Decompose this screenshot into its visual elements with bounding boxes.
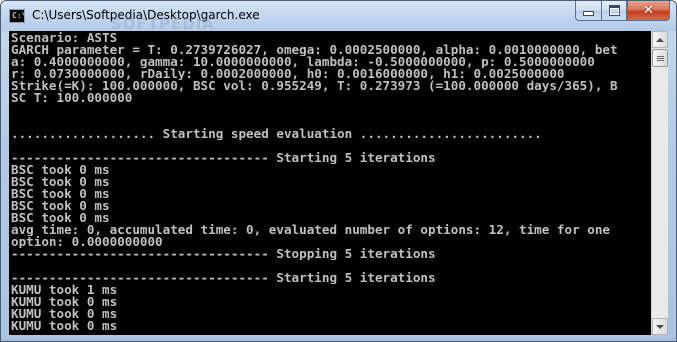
console-line: ---------------------------------- Start… [11,272,436,284]
console-line: BSC took 0 ms [11,212,110,224]
console-line: avg time: 0, accumulated time: 0, evalua… [11,224,610,236]
console-line: KUMU took 0 ms [11,296,118,308]
console-line: Scenario: ASTS [11,32,118,44]
maximize-icon [608,5,620,16]
console-line: a: 0.4000000000, gamma: 10.0000000000, l… [11,56,595,68]
console-line: ---------------------------------- Start… [11,152,436,164]
console-line: BSC took 0 ms [11,176,110,188]
arrow-down-icon [656,324,664,329]
minimize-icon [583,11,594,16]
window-title: C:\Users\Softpedia\Desktop\garch.exe [32,8,260,22]
console-line: KUMU took 0 ms [11,320,118,332]
scroll-down-button[interactable] [652,318,668,335]
console-line: KUMU took 0 ms [11,308,118,320]
window-bottom-frame [1,335,676,341]
console-line: BSC took 0 ms [11,200,110,212]
close-button[interactable]: ✕ [627,1,670,21]
console-line: r: 0.0730000000, rDaily: 0.0002000000, h… [11,68,565,80]
scroll-thumb[interactable] [652,49,668,67]
console-line: option: 0.0000000000 [11,236,163,248]
console-line: GARCH parameter = T: 0.2739726027, omega… [11,44,618,56]
console-line: ---------------------------------- Stopp… [11,248,436,260]
arrow-up-icon [656,37,664,42]
console-line: BSC took 0 ms [11,188,110,200]
console-line: ................... Starting speed evalu… [11,128,542,140]
grip-icon [656,57,664,59]
maximize-button[interactable] [601,1,627,21]
console-line: SC T: 100.000000 [11,92,133,104]
caption-buttons: ✕ [575,1,670,21]
console-line: KUMU took 1 ms [11,284,118,296]
vertical-scrollbar[interactable] [651,31,668,335]
close-icon: ✕ [643,3,654,18]
console-line: Strike(=K): 100.000000, BSC vol: 0.95524… [11,80,618,92]
console-window: C:\ C:\Users\Softpedia\Desktop\garch.exe… [0,0,677,342]
console-line: BSC took 0 ms [11,164,110,176]
console-output[interactable]: Scenario: ASTS GARCH parameter = T: 0.273… [9,31,651,335]
prompt-glyph: C:\ [12,11,27,20]
title-bar[interactable]: C:\ C:\Users\Softpedia\Desktop\garch.exe… [1,1,676,33]
console-icon[interactable]: C:\ [9,9,27,23]
scroll-up-button[interactable] [652,31,668,48]
minimize-button[interactable] [575,1,601,21]
